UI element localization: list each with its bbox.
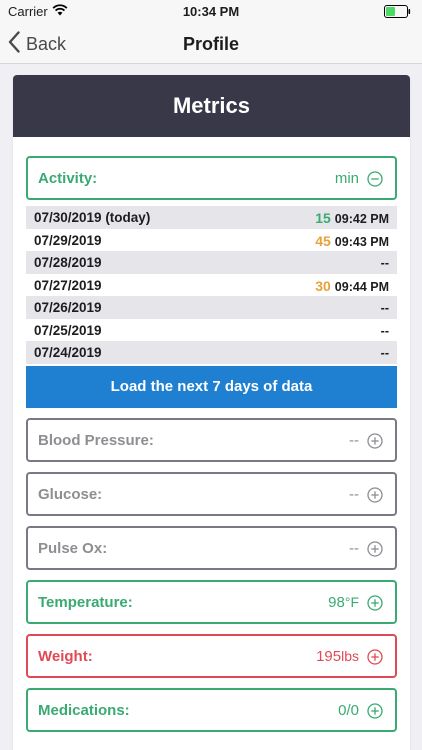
activity-row: 07/25/2019 --	[26, 318, 397, 341]
battery-icon	[384, 5, 412, 21]
row-time: --	[380, 323, 389, 338]
row-minutes: 30	[315, 277, 331, 294]
load-next-7-days-button[interactable]: Load the next 7 days of data	[26, 366, 397, 408]
collapse-icon[interactable]	[367, 171, 383, 192]
row-time: 09:42 PM	[334, 212, 389, 226]
row-date: 07/28/2019	[34, 255, 102, 270]
row-time: --	[380, 256, 389, 270]
weight-unit: lbs	[341, 648, 359, 664]
row-date: 07/26/2019	[34, 300, 102, 315]
metric-label: Temperature:	[38, 594, 133, 611]
clock: 10:34 PM	[182, 4, 240, 19]
row-time: --	[380, 346, 389, 360]
medications-metric[interactable]: Medications: 0/0	[26, 688, 397, 732]
metric-value: --	[349, 432, 359, 449]
row-date: 07/29/2019	[34, 232, 102, 248]
card-header: Metrics	[13, 75, 410, 137]
activity-unit: min	[334, 170, 359, 187]
activity-row: 07/26/2019 --	[26, 296, 397, 319]
weight-value: 195	[316, 648, 342, 665]
metrics-card: Metrics Activity: min 07/30/2019 (today)…	[13, 75, 410, 750]
temperature-value: 98	[328, 594, 345, 611]
navigation-bar: Back Profile	[0, 24, 422, 64]
row-minutes: 45	[315, 232, 331, 249]
metric-value: 98°F	[328, 594, 359, 611]
expand-icon[interactable]	[367, 649, 383, 670]
metric-label: Weight:	[38, 648, 93, 665]
row-minutes: 15	[315, 210, 331, 226]
activity-row: 07/28/2019 --	[26, 251, 397, 274]
page-title: Profile	[182, 34, 239, 54]
row-time: --	[380, 301, 389, 315]
row-date: 07/24/2019	[34, 345, 102, 360]
metric-label: Medications:	[38, 702, 130, 719]
expand-icon[interactable]	[367, 703, 383, 724]
metric-label: Glucose:	[38, 486, 103, 503]
status-bar: Carrier 10:34 PM	[0, 0, 422, 24]
row-date: 07/27/2019	[34, 277, 102, 293]
metric-label: Blood Pressure:	[38, 432, 154, 449]
row-date: 07/30/2019 (today)	[34, 210, 151, 225]
row-date: 07/25/2019	[34, 322, 102, 338]
weight-metric[interactable]: Weight: 195lbs	[26, 634, 397, 678]
row-time: 09:43 PM	[334, 234, 389, 249]
blood-pressure-metric[interactable]: Blood Pressure: --	[26, 418, 397, 462]
activity-row: 07/30/2019 (today) 15 09:42 PM	[26, 206, 397, 229]
expand-icon[interactable]	[367, 595, 383, 616]
activity-row: 07/29/2019 45 09:43 PM	[26, 228, 397, 251]
activity-label: Activity:	[38, 170, 98, 187]
metric-value: --	[349, 486, 359, 503]
expand-icon[interactable]	[367, 433, 383, 454]
temperature-unit: °F	[344, 594, 359, 610]
metric-value: 0/0	[338, 702, 359, 719]
metric-value: 195lbs	[316, 648, 359, 665]
activity-row: 07/24/2019 --	[26, 341, 397, 364]
activity-list: 07/30/2019 (today) 15 09:42 PM 07/29/2019…	[26, 206, 397, 364]
metric-label: Pulse Ox:	[38, 540, 108, 557]
row-time: 09:44 PM	[334, 279, 389, 294]
expand-icon[interactable]	[367, 487, 383, 508]
activity-row: 07/27/2019 30 09:44 PM	[26, 273, 397, 296]
glucose-metric[interactable]: Glucose: --	[26, 472, 397, 516]
activity-metric-toggle[interactable]: Activity: min	[26, 156, 397, 200]
expand-icon[interactable]	[367, 541, 383, 562]
temperature-metric[interactable]: Temperature: 98°F	[26, 580, 397, 624]
pulse-ox-metric[interactable]: Pulse Ox: --	[26, 526, 397, 570]
metric-value: --	[349, 540, 359, 557]
